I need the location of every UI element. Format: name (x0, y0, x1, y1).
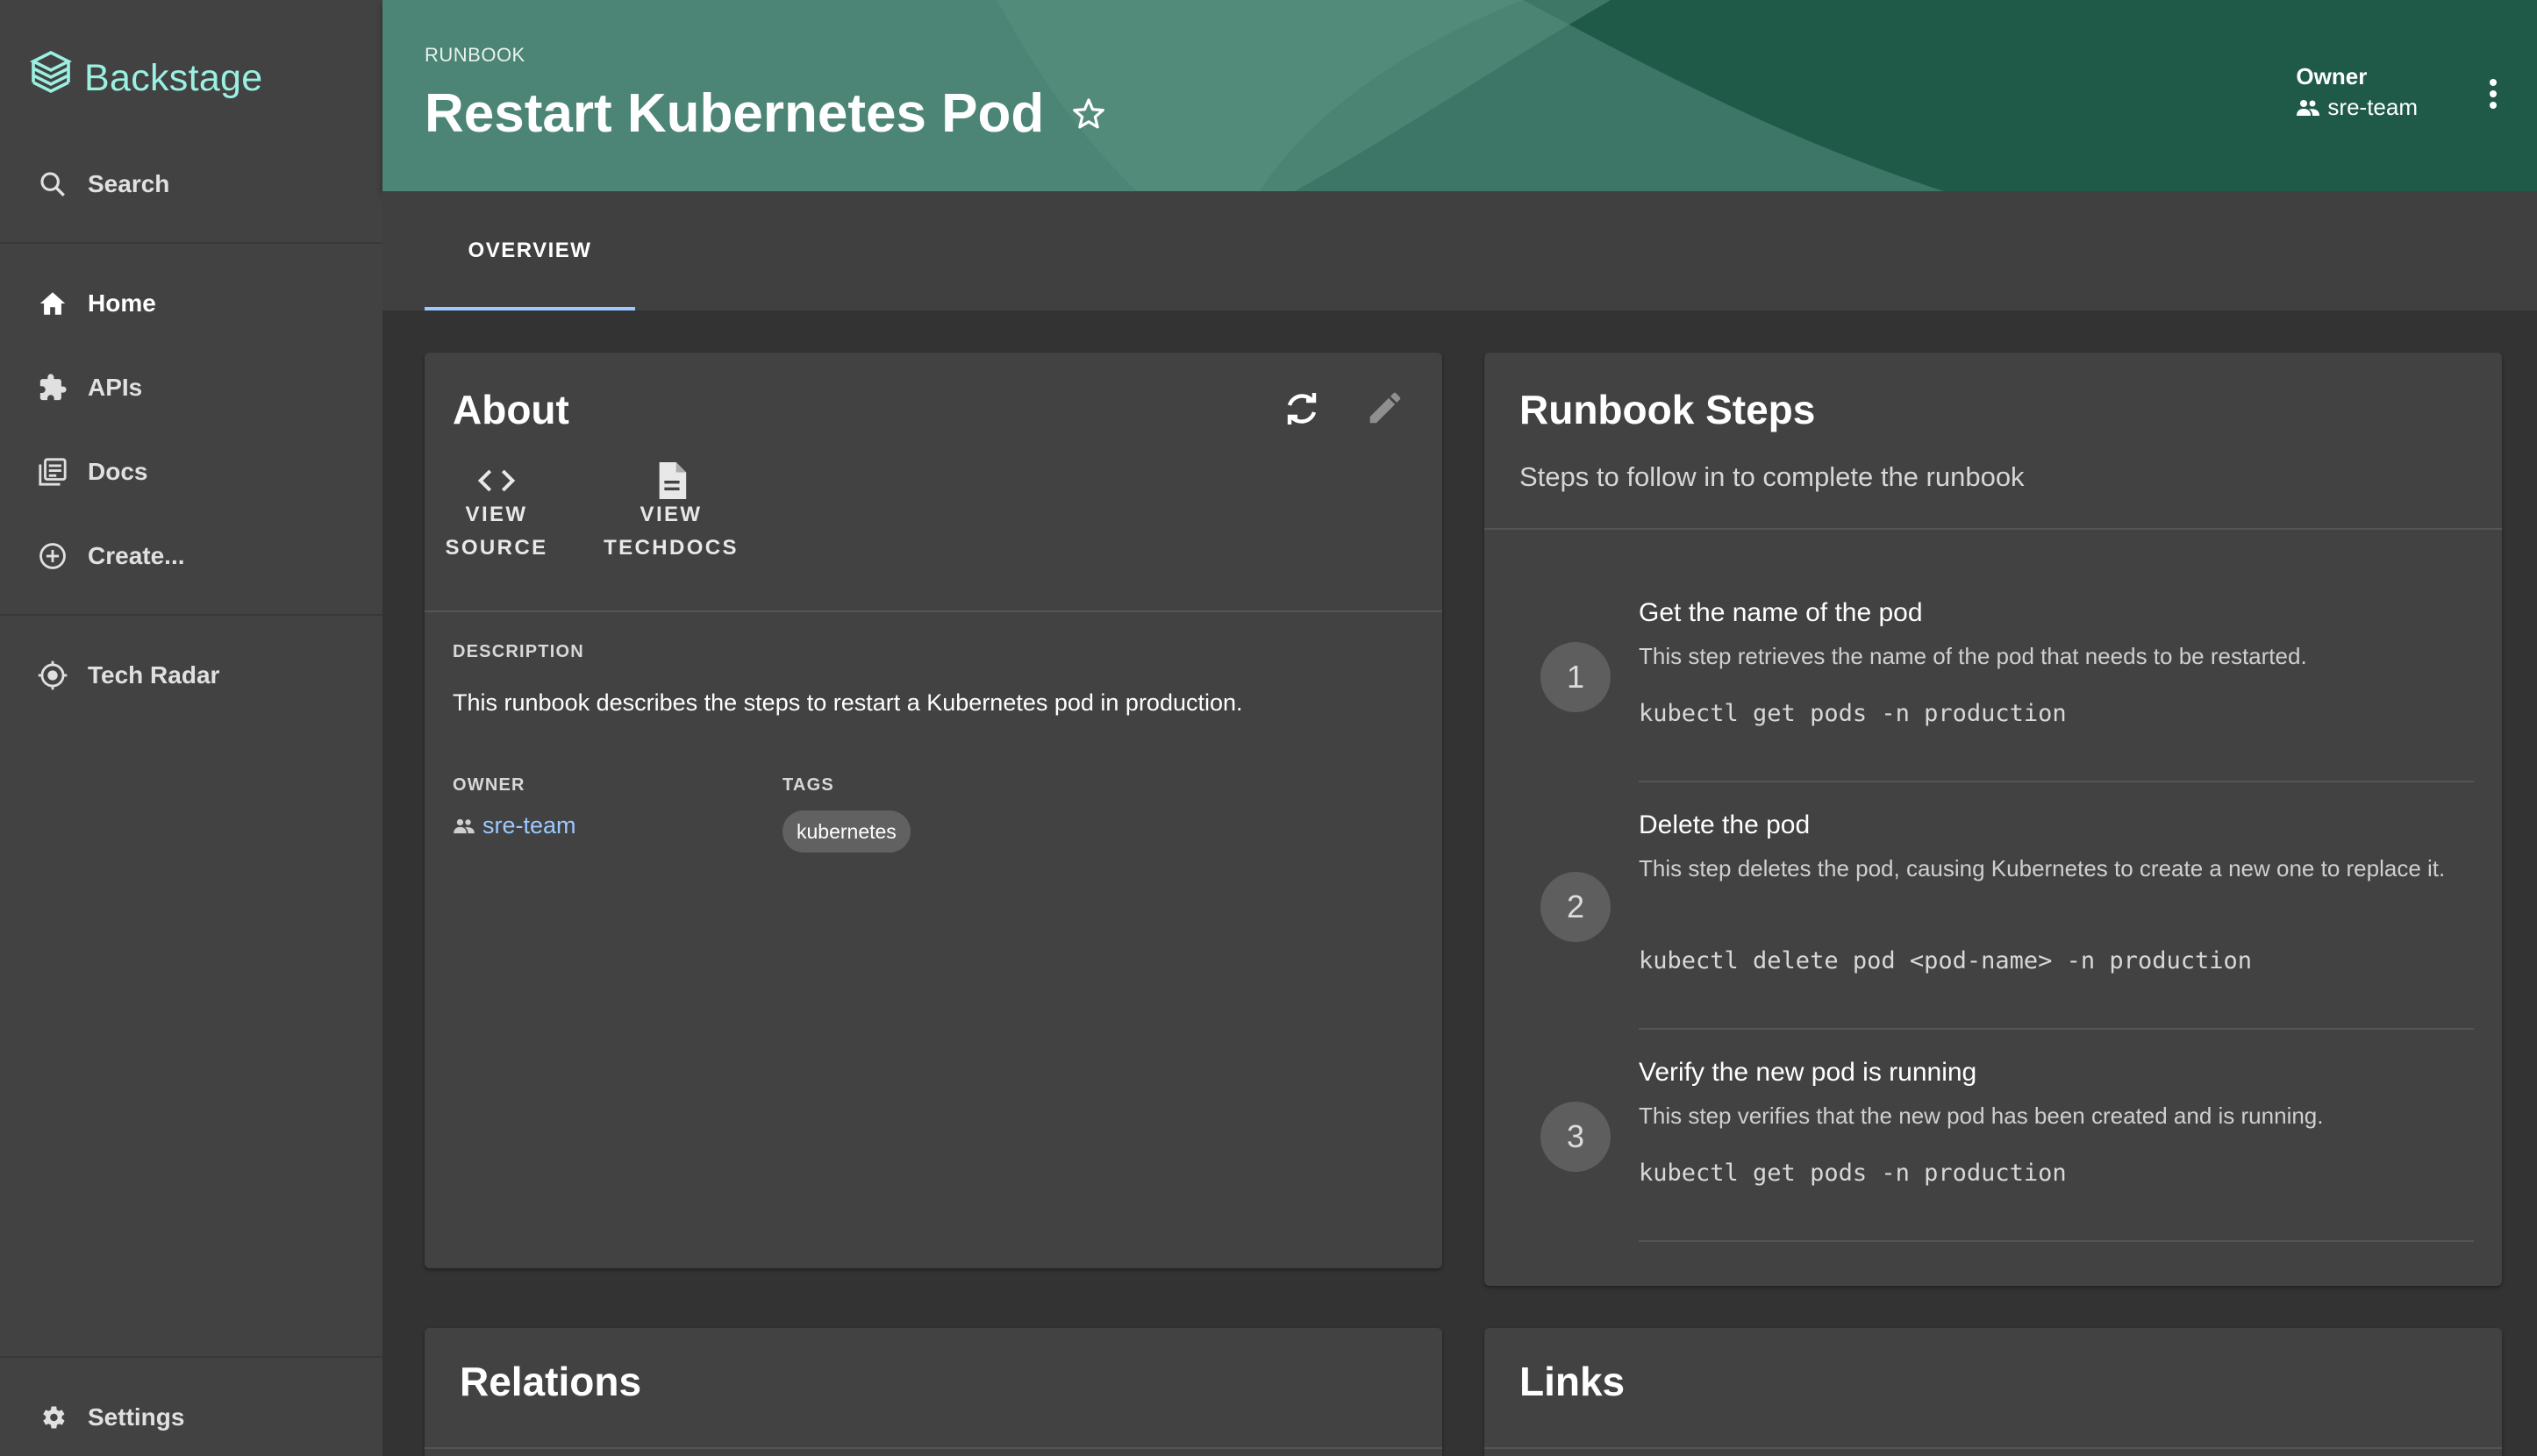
code-icon (477, 463, 516, 498)
step-separator (1639, 781, 2474, 782)
step-description: This step deletes the pod, causing Kuber… (1639, 855, 2446, 881)
runbook-subtitle: Steps to follow in to complete the runbo… (1519, 461, 2025, 492)
add-circle-icon (35, 539, 70, 574)
step-number: 1 (1540, 642, 1611, 712)
step-title: Verify the new pod is running (1639, 1058, 1977, 1087)
view-techdocs-label-2: TECHDOCS (604, 536, 739, 560)
step-title: Get the name of the pod (1639, 598, 1923, 627)
radar-icon (35, 658, 70, 693)
about-title: About (453, 387, 569, 432)
view-techdocs-link[interactable]: VIEW TECHDOCS (597, 462, 746, 565)
tags-label: TAGS (783, 775, 834, 795)
sidebar-search-label: Search (88, 170, 170, 197)
sidebar-item-tech-radar[interactable]: Tech Radar (0, 640, 382, 710)
view-techdocs-label-1: VIEW (640, 503, 703, 526)
owner-value: sre-team (482, 812, 576, 839)
step-command: kubectl get pods -n production (1639, 700, 2067, 727)
page-title-text: Restart Kubernetes Pod (425, 83, 1045, 144)
app-name: Backstage (84, 57, 263, 99)
relations-divider (425, 1447, 1442, 1449)
sidebar-item-label: Tech Radar (88, 661, 220, 689)
owner-label: OWNER (453, 775, 525, 795)
sidebar-item-label: Docs (88, 458, 148, 485)
step-title: Delete the pod (1639, 810, 1811, 839)
sidebar-divider (0, 614, 382, 616)
tab-overview[interactable]: OVERVIEW (425, 191, 635, 310)
step-separator (1639, 1240, 2474, 1242)
favorite-star-icon[interactable] (1070, 96, 1107, 132)
owner-link[interactable]: sre-team (453, 812, 576, 839)
links-divider (1484, 1447, 2502, 1449)
group-icon (453, 817, 475, 835)
puzzle-icon (35, 370, 70, 405)
sidebar-item-create[interactable]: Create... (0, 521, 382, 591)
sidebar-divider (0, 242, 382, 244)
header-owner-value: sre-team (2327, 94, 2418, 120)
group-icon (2296, 98, 2320, 118)
runbook-title: Runbook Steps (1519, 387, 1816, 432)
more-vert-icon[interactable] (2488, 77, 2498, 115)
view-source-link[interactable]: VIEW SOURCE (445, 463, 546, 565)
gear-icon (35, 1400, 70, 1435)
sidebar-item-label: Create... (88, 542, 185, 569)
step-number: 3 (1540, 1102, 1611, 1172)
links-title: Links (1519, 1359, 1626, 1404)
sidebar-search[interactable]: Search (0, 149, 382, 219)
step-description: This step retrieves the name of the pod … (1639, 643, 2307, 669)
entity-header: RUNBOOK Restart Kubernetes Pod Owner sre… (382, 0, 2537, 191)
page-title: Restart Kubernetes Pod (425, 82, 1107, 145)
runbook-divider (1484, 528, 2502, 530)
home-icon (35, 286, 70, 321)
description-label: DESCRIPTION (453, 642, 584, 661)
sidebar-item-label: Settings (88, 1403, 185, 1431)
sidebar-item-docs[interactable]: Docs (0, 437, 382, 507)
tab-indicator (425, 307, 635, 310)
step-number: 2 (1540, 872, 1611, 942)
runbook-steps-card: Runbook Steps Steps to follow in to comp… (1484, 353, 2502, 1286)
header-owner-link[interactable]: sre-team (2296, 94, 2418, 121)
about-card: About VIEW SOURCE VIEW TECHDOCS DESCRIPT… (425, 353, 1442, 1268)
sidebar-divider (0, 1356, 382, 1358)
edit-icon[interactable] (1365, 388, 1405, 432)
sidebar-item-settings[interactable]: Settings (0, 1382, 382, 1452)
view-source-label-2: SOURCE (445, 536, 548, 560)
backstage-logo-icon (29, 50, 73, 106)
docs-icon (35, 454, 70, 489)
step-description: This step verifies that the new pod has … (1639, 1103, 2324, 1129)
relations-title: Relations (460, 1359, 642, 1404)
header-owner: Owner sre-team (2296, 63, 2418, 121)
backstage-logo[interactable]: Backstage (29, 50, 263, 106)
step-command: kubectl delete pod <pod-name> -n product… (1639, 947, 2252, 974)
about-divider (425, 610, 1442, 612)
description-text: This runbook describes the steps to rest… (453, 689, 1243, 716)
search-icon (35, 167, 70, 202)
description-icon (655, 462, 687, 499)
tab-bar: OVERVIEW (382, 191, 2537, 310)
entity-kind: RUNBOOK (425, 44, 525, 66)
step-command: kubectl get pods -n production (1639, 1160, 2067, 1187)
sidebar-item-label: APIs (88, 374, 143, 401)
sidebar: Backstage Search Home APIs Docs Create..… (0, 0, 382, 1456)
step-separator (1639, 1028, 2474, 1030)
tag-chip[interactable]: kubernetes (783, 810, 911, 853)
relations-card: Relations (425, 1328, 1442, 1456)
sidebar-item-apis[interactable]: APIs (0, 353, 382, 423)
refresh-icon[interactable] (1281, 388, 1323, 434)
header-owner-label: Owner (2296, 63, 2368, 89)
sidebar-item-label: Home (88, 289, 156, 317)
view-source-label-1: VIEW (465, 503, 528, 526)
sidebar-item-home[interactable]: Home (0, 268, 382, 339)
links-card: Links (1484, 1328, 2502, 1456)
